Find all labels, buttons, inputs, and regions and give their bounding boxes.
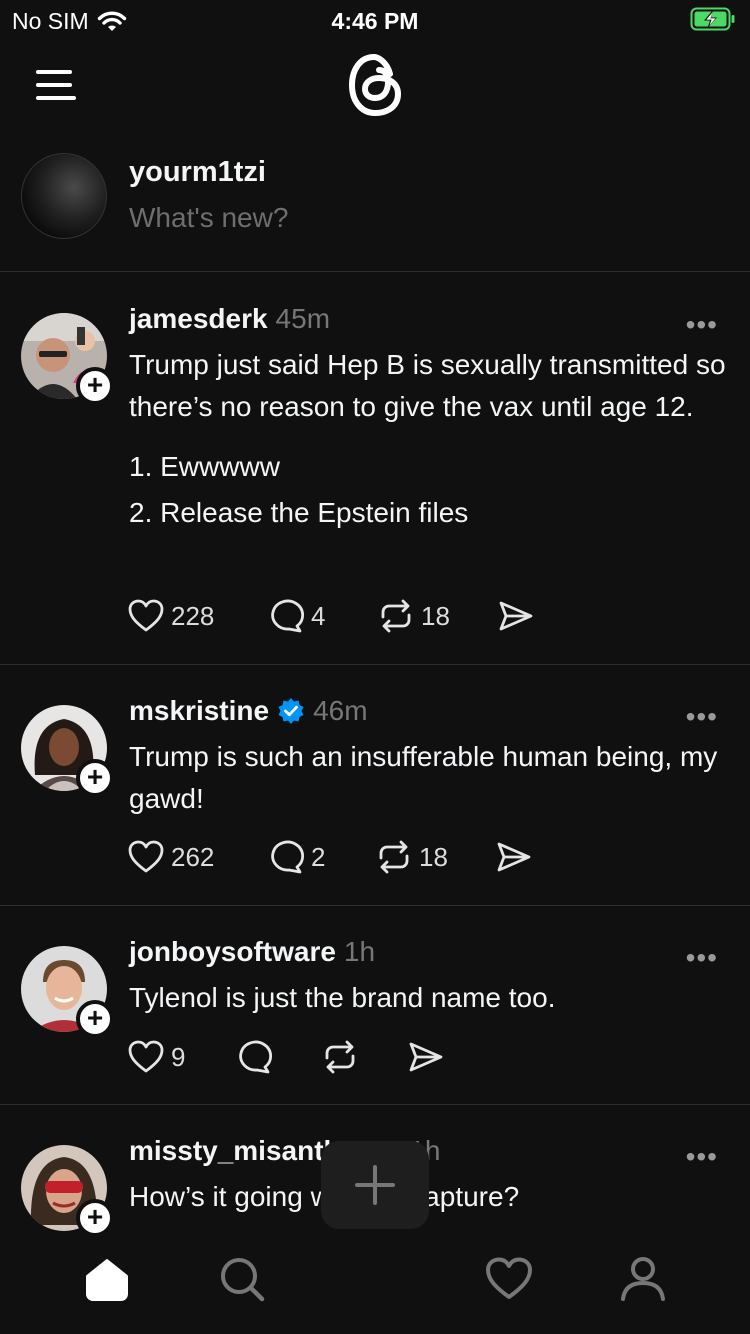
post-time: 1h xyxy=(343,936,376,967)
like-count: 262 xyxy=(171,841,215,872)
repost-button[interactable] xyxy=(321,1039,407,1075)
post[interactable]: + mskristine 46m ••• Trump is such an in… xyxy=(0,665,750,906)
reply-button[interactable]: 2 xyxy=(267,839,375,875)
repost-icon xyxy=(381,599,411,633)
reply-button[interactable]: 4 xyxy=(267,598,377,634)
share-button[interactable] xyxy=(407,1039,445,1075)
status-bar: No SIM 4:46 PM xyxy=(0,0,750,40)
post-paragraph: How’s it going with the rapture? xyxy=(129,1181,520,1212)
my-username: yourm1tzi xyxy=(129,156,266,188)
menu-icon[interactable] xyxy=(36,70,76,102)
post-username[interactable]: jonboysoftware xyxy=(129,936,336,968)
verified-badge-icon xyxy=(278,698,304,724)
post-paragraph: Trump is such an insufferable human bein… xyxy=(129,741,718,814)
reply-count: 4 xyxy=(311,600,326,631)
repost-icon xyxy=(379,840,409,874)
comment-icon xyxy=(239,1040,273,1074)
like-button[interactable]: 9 xyxy=(127,1039,235,1075)
post-paragraph: Trump just said Hep B is sexually transm… xyxy=(129,349,726,422)
profile-icon xyxy=(621,1257,665,1301)
heart-icon xyxy=(486,1257,532,1299)
comment-icon xyxy=(271,599,305,633)
repost-button[interactable]: 18 xyxy=(377,598,497,634)
more-options-icon[interactable]: ••• xyxy=(686,942,718,974)
tab-home[interactable] xyxy=(70,1234,144,1324)
post-paragraph: 1. Ewwwww xyxy=(129,451,280,482)
plus-icon xyxy=(355,1165,395,1205)
battery-charging-icon xyxy=(690,7,736,37)
status-time: 4:46 PM xyxy=(331,8,419,34)
threads-logo-icon[interactable] xyxy=(343,50,407,120)
like-count: 9 xyxy=(171,1041,186,1072)
repost-button[interactable]: 18 xyxy=(375,839,495,875)
my-avatar[interactable] xyxy=(21,153,107,239)
follow-plus-icon[interactable]: + xyxy=(76,367,114,405)
like-button[interactable]: 228 xyxy=(127,598,267,634)
follow-plus-icon[interactable]: + xyxy=(76,1000,114,1038)
header xyxy=(0,40,750,140)
tab-profile[interactable] xyxy=(606,1234,680,1324)
follow-plus-icon[interactable]: + xyxy=(76,1199,114,1237)
heart-icon xyxy=(128,840,164,873)
post-meta: jamesderk 45m xyxy=(129,303,330,335)
heart-icon xyxy=(128,1040,164,1073)
post-body[interactable]: Trump is such an insufferable human bein… xyxy=(129,736,729,838)
post-time: 45m xyxy=(275,303,331,334)
post-time: 46m xyxy=(313,695,368,726)
heart-icon xyxy=(128,599,164,632)
share-button[interactable] xyxy=(495,839,533,875)
post[interactable]: + jamesderk 45m ••• Trump just said Hep … xyxy=(0,273,750,665)
tab-search[interactable] xyxy=(205,1234,279,1324)
share-icon xyxy=(409,1042,443,1072)
post[interactable]: + jonboysoftware 1h ••• Tylenol is just … xyxy=(0,906,750,1105)
post-actions: 262 2 18 xyxy=(127,839,533,875)
post-meta: mskristine 46m xyxy=(129,695,368,727)
like-button[interactable]: 262 xyxy=(127,839,267,875)
repost-count: 18 xyxy=(419,841,448,872)
reply-button[interactable] xyxy=(235,1039,321,1075)
home-icon xyxy=(86,1259,128,1301)
more-options-icon[interactable]: ••• xyxy=(686,701,718,733)
share-icon xyxy=(499,601,533,631)
post-body[interactable]: Trump just said Hep B is sexually transm… xyxy=(129,344,729,552)
new-post-composer[interactable]: yourm1tzi What's new? xyxy=(0,150,750,272)
follow-plus-icon[interactable]: + xyxy=(76,759,114,797)
search-icon xyxy=(221,1258,265,1302)
repost-count: 18 xyxy=(421,600,450,631)
post-username[interactable]: mskristine xyxy=(129,695,269,727)
tab-new-post[interactable] xyxy=(321,1141,429,1229)
share-button[interactable] xyxy=(497,598,535,634)
more-options-icon[interactable]: ••• xyxy=(686,1141,718,1173)
post-meta: jonboysoftware 1h xyxy=(129,936,375,968)
like-count: 228 xyxy=(171,600,215,631)
post-actions: 228 4 18 xyxy=(127,598,535,634)
post-actions: 9 xyxy=(127,1039,445,1075)
post-paragraph: Tylenol is just the brand name too. xyxy=(129,982,556,1013)
whats-new-placeholder[interactable]: What's new? xyxy=(129,202,288,234)
repost-icon xyxy=(325,1040,355,1074)
post-body[interactable]: How’s it going with the rapture? xyxy=(129,1176,729,1236)
post-paragraph: 2. Release the Epstein files xyxy=(129,497,469,528)
bottom-tab-bar xyxy=(0,1141,750,1334)
reply-count: 2 xyxy=(311,841,326,872)
comment-icon xyxy=(271,840,305,874)
more-options-icon[interactable]: ••• xyxy=(686,309,718,341)
tab-activity[interactable] xyxy=(472,1234,546,1324)
post-body[interactable]: Tylenol is just the brand name too. xyxy=(129,977,729,1037)
share-icon xyxy=(497,842,531,872)
post-username[interactable]: jamesderk xyxy=(129,303,268,335)
